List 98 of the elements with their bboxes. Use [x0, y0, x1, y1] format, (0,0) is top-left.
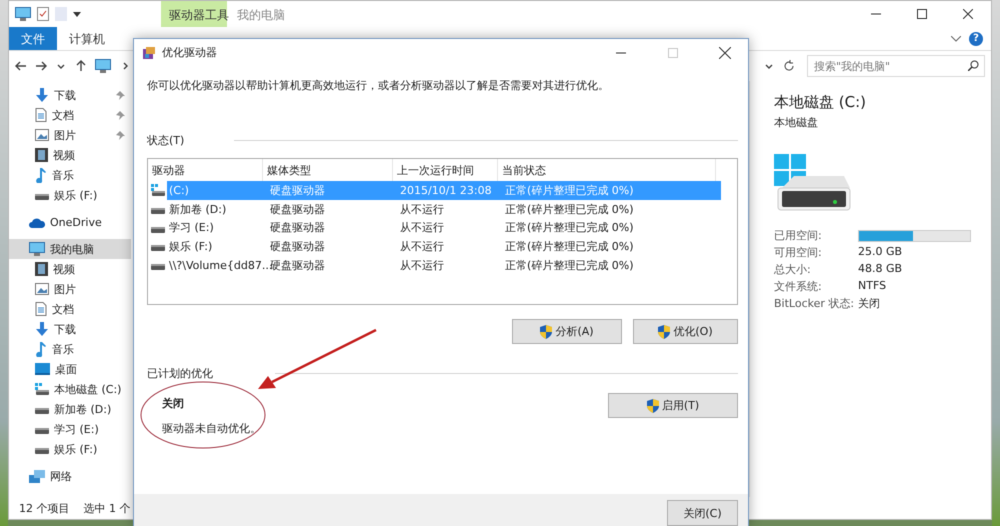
nav-item[interactable]: OneDrive: [9, 212, 131, 232]
nav-item[interactable]: 视频: [9, 145, 131, 165]
forward-icon[interactable]: [35, 60, 47, 72]
group-label: 已计划的优化: [147, 366, 213, 381]
drive-row[interactable]: 新加卷 (D:) 硬盘驱动器 从不运行 正常(碎片整理已完成 0%): [167, 200, 721, 218]
system-drive-icon: [35, 383, 49, 395]
music-note-icon: [35, 342, 47, 356]
ribbon-tab[interactable]: 计算机: [57, 27, 117, 50]
down-arrow-icon: [35, 88, 49, 102]
drive-icon: [151, 226, 165, 233]
nav-item[interactable]: 我的电脑: [9, 239, 131, 259]
property-value: 25.0 GB: [858, 245, 904, 260]
close-icon[interactable]: [963, 9, 973, 19]
nav-item[interactable]: 学习 (E:): [9, 419, 131, 439]
schedule-state: 关闭: [162, 396, 185, 411]
nav-item[interactable]: 下载: [9, 319, 131, 339]
dialog-title: 优化驱动器: [162, 45, 218, 60]
property-value: 关闭: [858, 296, 881, 311]
status-text: 12 个项目: [19, 500, 70, 516]
nav-item[interactable]: 图片: [9, 279, 131, 299]
nav-item[interactable]: 视频: [9, 259, 131, 279]
monitor-icon: [95, 59, 111, 73]
action-button[interactable]: 优化(O): [633, 319, 738, 344]
context-tab[interactable]: 驱动器工具: [161, 1, 227, 27]
down-arrow-icon: [35, 322, 49, 336]
desktop-icon: [35, 363, 50, 375]
monitor-icon: [15, 7, 31, 21]
nav-item[interactable]: 音乐: [9, 165, 131, 185]
window-title: 我的电脑: [236, 7, 286, 24]
cloud-icon: [29, 216, 45, 228]
drive-icon: [35, 428, 49, 434]
nav-item[interactable]: 新加卷 (D:): [9, 399, 131, 419]
shield-icon: [658, 324, 670, 338]
defrag-icon: [142, 46, 156, 60]
nav-item[interactable]: 娱乐 (F:): [9, 439, 131, 459]
property-value: 48.8 GB: [858, 262, 904, 277]
nav-item[interactable]: 图片: [9, 125, 131, 145]
pin-icon: [116, 110, 125, 120]
nav-item[interactable]: 本地磁盘 (C:): [9, 379, 131, 399]
pin-icon: [116, 90, 125, 100]
drive-type: 本地磁盘: [774, 115, 819, 130]
drive-icon: [151, 264, 165, 270]
close-icon[interactable]: [719, 46, 731, 58]
close-dialog-button[interactable]: 关闭(C): [667, 500, 738, 526]
drive-row[interactable]: 学习 (E:) 硬盘驱动器 从不运行 正常(碎片整理已完成 0%): [167, 218, 721, 238]
drive-title: 本地磁盘 (C:): [774, 93, 867, 112]
search-field[interactable]: 搜索"我的电脑": [807, 55, 985, 77]
film-icon: [35, 262, 48, 276]
property-label: 已用空间:: [774, 228, 823, 243]
enable-button[interactable]: 启用(T): [608, 393, 738, 418]
schedule-note: 驱动器未自动优化。: [162, 421, 261, 436]
status-text: 选中 1 个: [84, 500, 130, 516]
description: 你可以优化驱动器以帮助计算机更高效地运行，或者分析驱动器以了解是否需要对其进行优化。: [147, 78, 610, 93]
picture-icon: [35, 283, 49, 295]
drive-row[interactable]: 娱乐 (F:) 硬盘驱动器 从不运行 正常(碎片整理已完成 0%): [167, 237, 721, 256]
document-icon: [35, 108, 47, 122]
property-label: 文件系统:: [774, 279, 823, 294]
minimize-icon[interactable]: [616, 52, 626, 54]
minimize-icon[interactable]: [871, 13, 881, 15]
system-drive-icon: [151, 184, 165, 196]
refresh-icon[interactable]: [783, 60, 795, 72]
music-note-icon: [35, 168, 47, 182]
drive-icon: [35, 408, 49, 414]
nav-item[interactable]: 娱乐 (F:): [9, 185, 131, 205]
group-label: 状态(T): [147, 133, 184, 148]
monitor-icon: [29, 242, 45, 256]
dropdown-icon[interactable]: [73, 12, 81, 16]
drive-icon: [35, 448, 49, 454]
drive-icon: [151, 245, 165, 252]
property-label: 总大小:: [774, 262, 812, 277]
pin-icon: [116, 130, 125, 140]
properties-icon[interactable]: [37, 7, 49, 21]
nav-item[interactable]: 桌面: [9, 359, 131, 379]
property-label: BitLocker 状态:: [774, 296, 856, 311]
document-icon: [35, 302, 47, 316]
maximize-icon[interactable]: [917, 9, 927, 19]
drive-row[interactable]: \\?\Volume{dd87...硬盘驱动器 从不运行 正常(碎片整理已完成 0%): [167, 256, 721, 274]
shield-icon: [540, 324, 552, 338]
search-icon: [968, 60, 979, 71]
expand-ribbon-icon[interactable]: [951, 36, 961, 42]
drive-icon: [35, 194, 49, 200]
property-label: 可用空间:: [774, 245, 823, 260]
drive-icon: [151, 208, 165, 214]
action-button[interactable]: 分析(A): [512, 319, 622, 344]
up-arrow-icon[interactable]: [75, 60, 87, 72]
help-button[interactable]: ?: [969, 32, 983, 46]
shield-icon: [646, 398, 659, 412]
film-icon: [35, 148, 48, 162]
network-icon: [29, 470, 45, 482]
nav-item[interactable]: 文档: [9, 299, 131, 319]
picture-icon: [35, 129, 49, 141]
nav-item[interactable]: 文档: [9, 105, 131, 125]
back-icon[interactable]: [15, 60, 27, 72]
nav-item[interactable]: 网络: [9, 466, 131, 486]
ribbon-tab[interactable]: 文件: [9, 27, 57, 50]
nav-item[interactable]: 下载: [9, 85, 131, 105]
property-value: NTFS: [858, 279, 888, 294]
nav-item[interactable]: 音乐: [9, 339, 131, 359]
